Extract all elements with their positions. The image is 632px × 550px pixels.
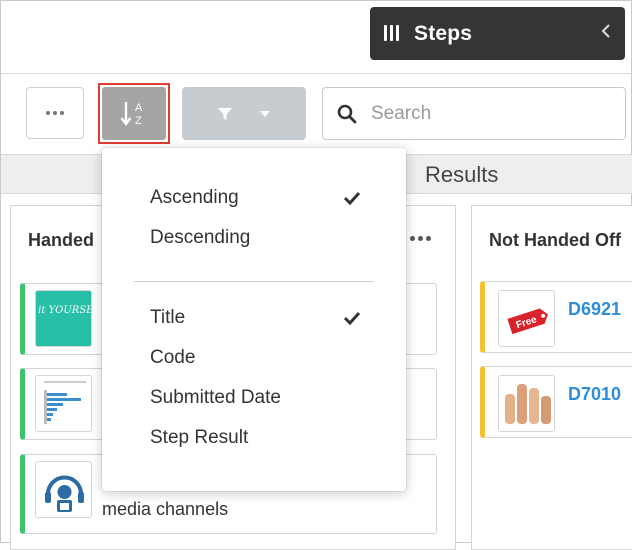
card-code[interactable]: D7010 [568,384,621,405]
checkmark-icon [343,191,361,205]
ellipsis-icon [410,236,415,241]
sort-letter-bottom: Z [135,115,142,127]
support-headset-thumbnail [35,461,92,518]
chevron-left-icon[interactable] [601,22,611,45]
filter-button[interactable] [182,87,306,140]
ellipsis-icon [46,111,50,115]
sort-option-title[interactable]: Title [150,307,185,329]
free-tag-thumbnail: Free [498,290,555,347]
column-not-handed-off: Not Handed Off Free D6921 F [471,205,632,550]
sort-option-code[interactable]: Code [150,347,195,369]
column-more-button[interactable] [410,236,431,241]
steps-panel-title: Steps [414,21,473,45]
card-code[interactable]: D6921 [568,299,621,320]
sort-letter-top: A [135,102,143,114]
column-title: Not Handed Off [489,230,621,250]
results-title: Results [425,162,499,187]
card[interactable]: D7010 S [480,366,632,438]
card-text: media channels [102,499,229,519]
checkmark-icon [343,311,361,325]
search-box[interactable] [322,87,626,140]
card-thumbnail: Do it YOURSELF [35,290,92,347]
sort-alpha-icon: A Z [120,101,143,127]
more-options-button[interactable] [26,87,84,139]
steps-panel[interactable]: Steps [370,7,625,60]
filter-icon [218,107,232,120]
thumbs-up-thumbnail [498,375,555,432]
menu-divider [134,281,374,282]
column-title: Handed [28,230,95,250]
sort-option-step-result[interactable]: Step Result [150,427,248,449]
sort-option-ascending[interactable]: Ascending [150,187,239,209]
top-divider [1,73,632,74]
search-input[interactable] [369,101,613,126]
caret-down-icon [260,110,270,117]
sort-dropdown-menu: Ascending Descending Title Code Submitte… [102,148,406,491]
thumbnail-text-1: Do it YOURSELF [36,305,92,316]
search-icon [337,104,357,123]
columns-icon [384,24,400,43]
sort-button[interactable]: A Z [102,87,166,140]
sort-option-submitted-date[interactable]: Submitted Date [150,387,281,409]
sort-option-descending[interactable]: Descending [150,227,250,249]
chart-thumbnail [35,375,92,432]
card[interactable]: Free D6921 F [480,281,632,353]
